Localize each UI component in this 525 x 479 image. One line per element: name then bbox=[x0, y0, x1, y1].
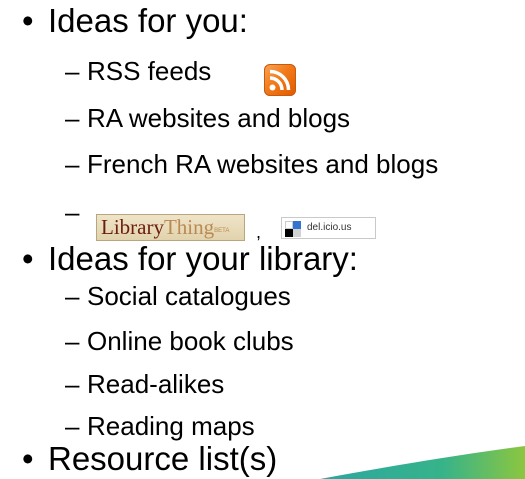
sub-item-online-book-clubs: – Online book clubs bbox=[65, 326, 294, 356]
bullet-text: Resource list(s) bbox=[48, 440, 278, 477]
sub-item-french-ra-websites: – French RA websites and blogs bbox=[65, 149, 438, 179]
delicious-squares-icon bbox=[285, 221, 301, 237]
logo-separator: , bbox=[256, 222, 262, 242]
bullet-marker: • bbox=[22, 240, 34, 277]
decorative-swoosh bbox=[320, 446, 525, 479]
dash-marker: – bbox=[65, 149, 80, 179]
dash-marker: – bbox=[65, 369, 80, 399]
sub-item-text: Social catalogues bbox=[87, 281, 291, 311]
bullet-text: Ideas for you: bbox=[48, 2, 248, 39]
dash-marker: – bbox=[65, 326, 80, 356]
dash-marker: – bbox=[65, 411, 80, 441]
dash-marker: – bbox=[65, 281, 80, 311]
sub-item-read-alikes: – Read-alikes bbox=[65, 369, 224, 399]
librarything-logo-library: Library bbox=[101, 215, 164, 239]
bullet-ideas-for-library: • Ideas for your library: bbox=[22, 240, 358, 278]
sub-item-text: RA websites and blogs bbox=[87, 103, 351, 133]
delicious-logo[interactable]: del.icio.us bbox=[281, 217, 376, 239]
dash-marker: – bbox=[65, 56, 80, 86]
rss-feed-icon[interactable] bbox=[264, 64, 296, 96]
bullet-text: Ideas for your library: bbox=[48, 240, 358, 277]
bullet-marker: • bbox=[22, 2, 34, 39]
sub-item-rss-feeds: – RSS feeds bbox=[65, 56, 211, 86]
librarything-logo-thing: Thing bbox=[163, 215, 215, 239]
librarything-logo-beta: BETA bbox=[214, 228, 230, 234]
bullet-marker: • bbox=[22, 440, 34, 477]
sub-item-logos: – bbox=[65, 197, 87, 227]
sub-item-text: French RA websites and blogs bbox=[87, 149, 439, 179]
sub-item-text: Online book clubs bbox=[87, 326, 294, 356]
delicious-label: del.icio.us bbox=[307, 222, 352, 233]
sub-item-text: RSS feeds bbox=[87, 56, 212, 86]
librarything-logo[interactable]: LibraryThingBETA bbox=[96, 214, 245, 241]
bullet-resource-lists: • Resource list(s) bbox=[22, 440, 277, 478]
sub-item-reading-maps: – Reading maps bbox=[65, 411, 255, 441]
sub-item-ra-websites: – RA websites and blogs bbox=[65, 103, 350, 133]
dash-marker: – bbox=[65, 103, 80, 133]
sub-item-text: Reading maps bbox=[87, 411, 255, 441]
dash-marker: – bbox=[65, 197, 80, 227]
sub-item-text: Read-alikes bbox=[87, 369, 225, 399]
slide: • Ideas for you: – RSS feeds – RA websites … bbox=[0, 0, 525, 479]
sub-item-social-catalogues: – Social catalogues bbox=[65, 281, 291, 311]
bullet-ideas-for-you: • Ideas for you: bbox=[22, 2, 248, 40]
